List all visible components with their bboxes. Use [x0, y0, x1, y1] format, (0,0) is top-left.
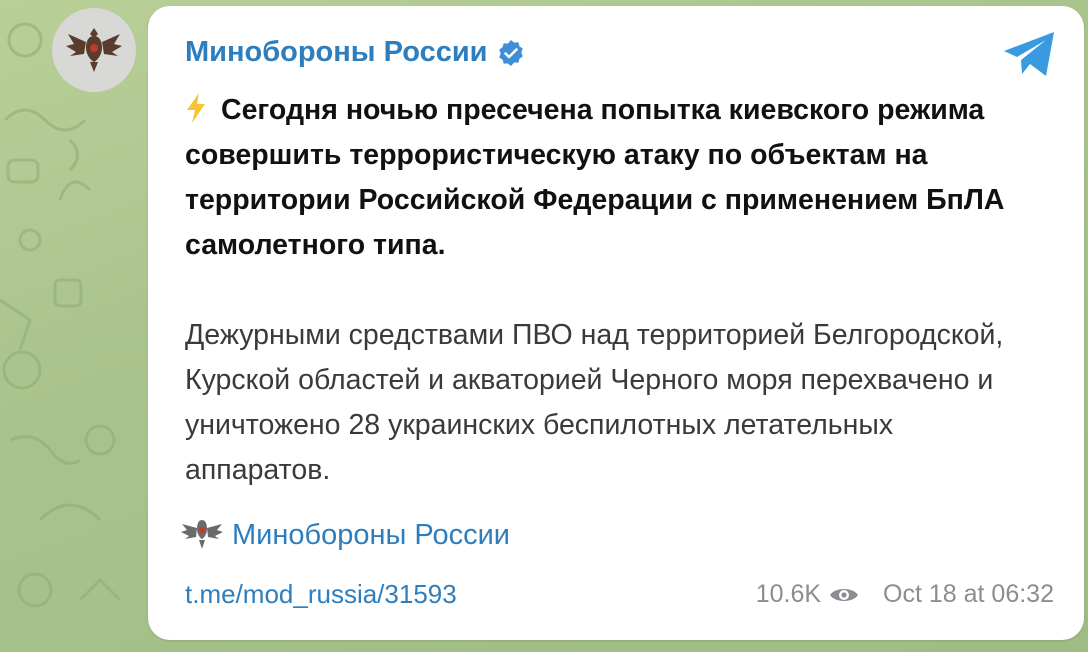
- verified-icon: [499, 39, 524, 66]
- message-meta: 10.6K Oct 18 at 06:32: [756, 580, 1054, 609]
- telegram-share-icon[interactable]: [1002, 30, 1058, 78]
- lightning-icon: [187, 93, 205, 123]
- views-count: 10.6K: [755, 580, 822, 608]
- emblem-icon: [66, 28, 122, 72]
- message-paragraph-1: Сегодня ночью пресечена попытка киевског…: [185, 88, 1045, 268]
- eye-icon: [830, 588, 859, 601]
- message-bubble: Минобороны России Сегодня ночью пресечен…: [148, 6, 1084, 640]
- emblem-icon: [181, 520, 223, 549]
- timestamp: Oct 18 at 06:32: [883, 580, 1054, 608]
- post-link[interactable]: t.me/mod_russia/31593: [185, 579, 457, 610]
- channel-name-label: Минобороны России: [185, 36, 488, 68]
- channel-name[interactable]: Минобороны России: [185, 36, 525, 69]
- channel-avatar[interactable]: [52, 8, 136, 92]
- message-text: Сегодня ночью пресечена попытка киевског…: [185, 88, 1045, 493]
- message-paragraph-2: Дежурными средствами ПВО над территорией…: [185, 319, 1004, 486]
- message-paragraph-1-text: Сегодня ночью пресечена попытка киевског…: [185, 94, 1005, 261]
- signature-label: Минобороны России: [232, 518, 511, 551]
- signature-link[interactable]: Минобороны России: [180, 518, 510, 552]
